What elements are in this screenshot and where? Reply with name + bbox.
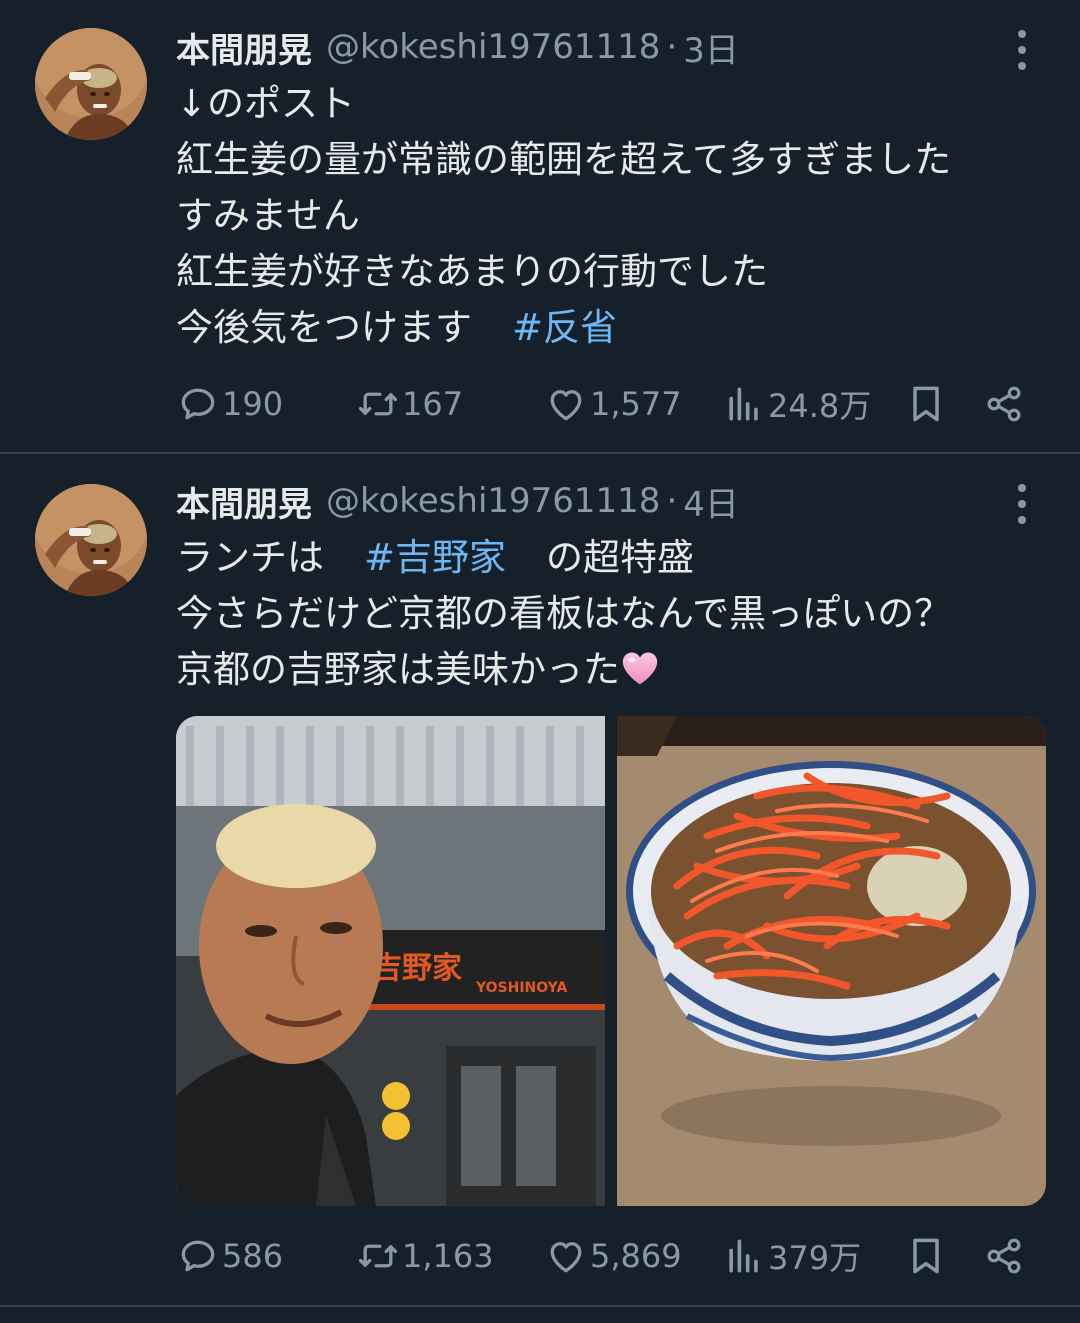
reply-icon <box>181 388 215 420</box>
tweet-line: 紅生姜が好きなあまりの行動でした <box>176 250 768 293</box>
like-button[interactable]: 5,869 <box>544 1230 682 1282</box>
views-button[interactable]: 379万 <box>722 1230 861 1282</box>
views-icon <box>729 1239 758 1273</box>
heart-icon <box>550 390 582 421</box>
views-count: 379万 <box>768 1239 862 1277</box>
tweet[interactable]: 本間朋晃 @kokeshi19761118 · 4日 ランチは #吉野家 の超特盛 … <box>0 454 1080 1306</box>
bookmark-button[interactable] <box>904 378 950 430</box>
reply-button[interactable]: 190 <box>176 378 283 430</box>
gyudon-bowl-image <box>617 716 1046 1206</box>
tweet[interactable]: 本間朋晃 @kokeshi19761118 · 3日 ↓のポスト 紅生姜の量が常… <box>0 0 1080 452</box>
reply-button[interactable]: 586 <box>176 1230 283 1282</box>
bookmark-icon <box>913 1238 939 1274</box>
author-name[interactable]: 本間朋晃 <box>176 477 312 526</box>
separator: · <box>666 481 678 521</box>
tweet-header: 本間朋晃 @kokeshi19761118 · 4日 <box>176 476 739 526</box>
tweet-line: すみません <box>176 194 360 237</box>
photo-storefront[interactable]: 吉野家 YOSHINOYA <box>176 716 605 1206</box>
divider <box>0 1305 1080 1307</box>
share-icon <box>987 1238 1021 1274</box>
reply-icon <box>181 1240 215 1272</box>
hashtag-link[interactable]: #吉野家 <box>364 536 506 579</box>
tweet-line: 紅生姜の量が常識の範囲を超えて多すぎました <box>176 138 952 181</box>
media-gallery: 吉野家 YOSHINOYA <box>176 716 1046 1206</box>
like-button[interactable]: 1,577 <box>544 378 682 430</box>
author-handle[interactable]: @kokeshi19761118 <box>326 481 660 521</box>
action-bar: 586 1,163 5,869 379万 <box>176 1230 1036 1282</box>
avatar-image <box>35 484 147 596</box>
bookmark-button[interactable] <box>904 1230 950 1282</box>
sign-subtext: YOSHINOYA <box>475 980 567 996</box>
more-icon[interactable] <box>1010 484 1034 524</box>
views-button[interactable]: 24.8万 <box>722 378 871 430</box>
action-bar: 190 167 1,577 24.8万 <box>176 378 1036 430</box>
hashtag-link[interactable]: #反省 <box>512 306 617 349</box>
retweet-button[interactable]: 167 <box>356 378 463 430</box>
avatar[interactable] <box>35 28 147 140</box>
tweet-line-text: ランチは <box>176 536 324 579</box>
tweet-line-text: の超特盛 <box>546 536 695 579</box>
bookmark-icon <box>913 386 939 422</box>
photo-gyudon[interactable] <box>617 716 1046 1206</box>
avatar[interactable] <box>35 484 147 596</box>
tweet-line-text: 今後気をつけます <box>176 306 472 349</box>
storefront-selfie-image: 吉野家 YOSHINOYA <box>176 716 605 1206</box>
reply-count: 586 <box>222 1237 284 1275</box>
tweet-line: ランチは #吉野家 の超特盛 <box>176 530 1036 586</box>
sign-text: 吉野家 <box>372 951 462 986</box>
tweet-line: 京都の吉野家は美味かった <box>176 642 1036 698</box>
like-count: 1,577 <box>590 385 682 423</box>
reply-count: 190 <box>222 385 284 423</box>
more-icon[interactable] <box>1010 30 1034 70</box>
retweet-icon <box>358 392 398 416</box>
heart-icon <box>550 1242 582 1273</box>
timestamp[interactable]: 3日 <box>683 23 739 72</box>
author-handle[interactable]: @kokeshi19761118 <box>326 27 660 67</box>
tweet-line: 今後気をつけます #反省 <box>176 300 1036 356</box>
retweet-icon <box>358 1244 398 1268</box>
retweet-button[interactable]: 1,163 <box>356 1230 494 1282</box>
pink-heart-emoji <box>622 652 658 685</box>
tweet-text: ランチは #吉野家 の超特盛 今さらだけど京都の看板はなんで黒っぽいの？ 京都の吉野… <box>176 530 1036 698</box>
retweet-count: 1,163 <box>402 1237 494 1275</box>
share-button[interactable] <box>982 378 1028 430</box>
like-count: 5,869 <box>590 1237 682 1275</box>
avatar-image <box>35 28 147 140</box>
tweet-header: 本間朋晃 @kokeshi19761118 · 3日 <box>176 22 739 72</box>
views-icon <box>729 387 758 421</box>
share-icon <box>987 386 1021 422</box>
share-button[interactable] <box>982 1230 1028 1282</box>
tweet-line-text: 京都の吉野家は美味かった <box>176 648 620 691</box>
retweet-count: 167 <box>402 385 464 423</box>
tweet-line: 今さらだけど京都の看板はなんで黒っぽいの？ <box>176 592 952 635</box>
views-count: 24.8万 <box>768 387 872 425</box>
tweet-line: ↓のポスト <box>176 82 356 125</box>
timestamp[interactable]: 4日 <box>683 477 739 526</box>
separator: · <box>666 27 678 67</box>
author-name[interactable]: 本間朋晃 <box>176 23 312 72</box>
tweet-text: ↓のポスト 紅生姜の量が常識の範囲を超えて多すぎました すみません 紅生姜が好き… <box>176 76 1036 356</box>
